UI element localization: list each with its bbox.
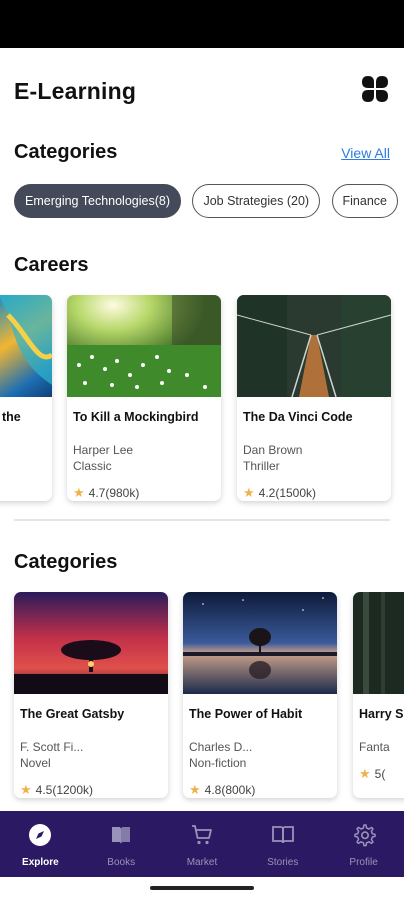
nav-item-profile[interactable]: Profile bbox=[323, 811, 404, 877]
book-genre: Fanta bbox=[359, 740, 390, 754]
star-icon: ★ bbox=[73, 485, 85, 500]
book-title: The Da Vinci Code bbox=[243, 410, 353, 424]
book-rating: ★ 4.5(1200k) bbox=[20, 782, 162, 798]
gesture-bar bbox=[0, 877, 404, 900]
book-author: Harper Lee bbox=[73, 443, 134, 457]
app-header: E-Learning bbox=[14, 76, 390, 104]
rating-value: 4.8(800k) bbox=[204, 783, 256, 797]
book-cover-image bbox=[183, 592, 337, 694]
section-divider bbox=[14, 519, 390, 521]
book-genre: Non-fiction bbox=[189, 756, 247, 770]
book-card[interactable]: Harry Sorce Fanta ★ 5( bbox=[353, 592, 404, 798]
categories-heading: Categories bbox=[14, 141, 118, 163]
careers-carousel: the To Kill a Mockingbird Harper Lee Cla… bbox=[0, 295, 404, 509]
book-author: F. Scott Fi... bbox=[20, 740, 84, 754]
bottom-nav: Explore Books Market Stories Profile bbox=[0, 811, 404, 877]
book-cover-image bbox=[0, 295, 52, 397]
nav-label: Profile bbox=[349, 857, 378, 868]
book-title: the bbox=[2, 410, 21, 424]
book-genre: Novel bbox=[20, 756, 51, 770]
star-icon: ★ bbox=[20, 782, 32, 797]
book-rating: ★ 4.2(1500k) bbox=[243, 485, 385, 501]
rating-value: 4.5(1200k) bbox=[35, 783, 94, 797]
book-cover-image bbox=[353, 592, 404, 694]
view-all-link[interactable]: View All bbox=[341, 145, 390, 161]
star-icon: ★ bbox=[359, 766, 371, 781]
book-card[interactable]: The Great Gatsby F. Scott Fi... Novel ★ … bbox=[14, 592, 168, 798]
categories-heading-2: Categories bbox=[14, 551, 118, 573]
gear-icon bbox=[353, 824, 376, 847]
book-title: The Power of Habit bbox=[189, 707, 303, 721]
book-title: The Great Gatsby bbox=[20, 707, 125, 721]
book-cover-image bbox=[67, 295, 221, 397]
star-icon: ★ bbox=[189, 782, 201, 797]
compass-icon bbox=[29, 824, 52, 846]
book-author: Dan Brown bbox=[243, 443, 303, 457]
chip-finance[interactable]: Finance bbox=[331, 184, 398, 218]
book-rating: ★ 4.8(800k) bbox=[189, 782, 331, 798]
book-card[interactable]: To Kill a Mockingbird Harper Lee Classic… bbox=[67, 295, 221, 501]
book-genre: Classic bbox=[73, 459, 112, 473]
nav-label: Books bbox=[107, 857, 136, 868]
nav-label: Market bbox=[186, 857, 218, 868]
nav-item-explore[interactable]: Explore bbox=[0, 811, 81, 877]
book-card[interactable]: the bbox=[0, 295, 52, 501]
status-bar bbox=[0, 0, 404, 48]
nav-label: Stories bbox=[267, 857, 299, 868]
nav-item-market[interactable]: Market bbox=[162, 811, 243, 877]
book-title: To Kill a Mockingbird bbox=[73, 410, 199, 424]
grid-menu-icon[interactable] bbox=[360, 74, 390, 104]
book-icon bbox=[112, 827, 131, 844]
rating-value: 4.2(1500k) bbox=[258, 486, 317, 500]
chip-job-strategies[interactable]: Job Strategies (20) bbox=[192, 184, 321, 218]
nav-item-stories[interactable]: Stories bbox=[242, 811, 323, 877]
categories-carousel: The Great Gatsby F. Scott Fi... Novel ★ … bbox=[0, 592, 404, 806]
book-rating: ★ 5( bbox=[359, 766, 404, 782]
category-chips: Emerging Technologies(8) Job Strategies … bbox=[14, 184, 404, 218]
rating-value: 4.7(980k) bbox=[88, 486, 140, 500]
book-rating: ★ 4.7(980k) bbox=[73, 485, 215, 501]
book-card[interactable]: The Power of Habit Charles D... Non-fict… bbox=[183, 592, 337, 798]
app-title: E-Learning bbox=[14, 78, 137, 104]
careers-heading: Careers bbox=[14, 254, 89, 276]
book-cover-image bbox=[14, 592, 168, 694]
rating-value: 5( bbox=[374, 767, 386, 781]
open-book-icon bbox=[271, 826, 294, 844]
home-indicator[interactable] bbox=[150, 886, 254, 890]
chip-emerging-technologies[interactable]: Emerging Technologies(8) bbox=[14, 184, 181, 218]
book-card[interactable]: The Da Vinci Code Dan Brown Thriller ★ 4… bbox=[237, 295, 391, 501]
star-icon: ★ bbox=[243, 485, 255, 500]
book-cover-image bbox=[237, 295, 391, 398]
nav-label: Explore bbox=[22, 857, 59, 868]
book-genre: Thriller bbox=[243, 459, 280, 473]
book-title: Harry Sorce bbox=[359, 707, 404, 721]
nav-item-books[interactable]: Books bbox=[81, 811, 162, 877]
cart-icon bbox=[191, 825, 212, 845]
book-author: Charles D... bbox=[189, 740, 253, 754]
